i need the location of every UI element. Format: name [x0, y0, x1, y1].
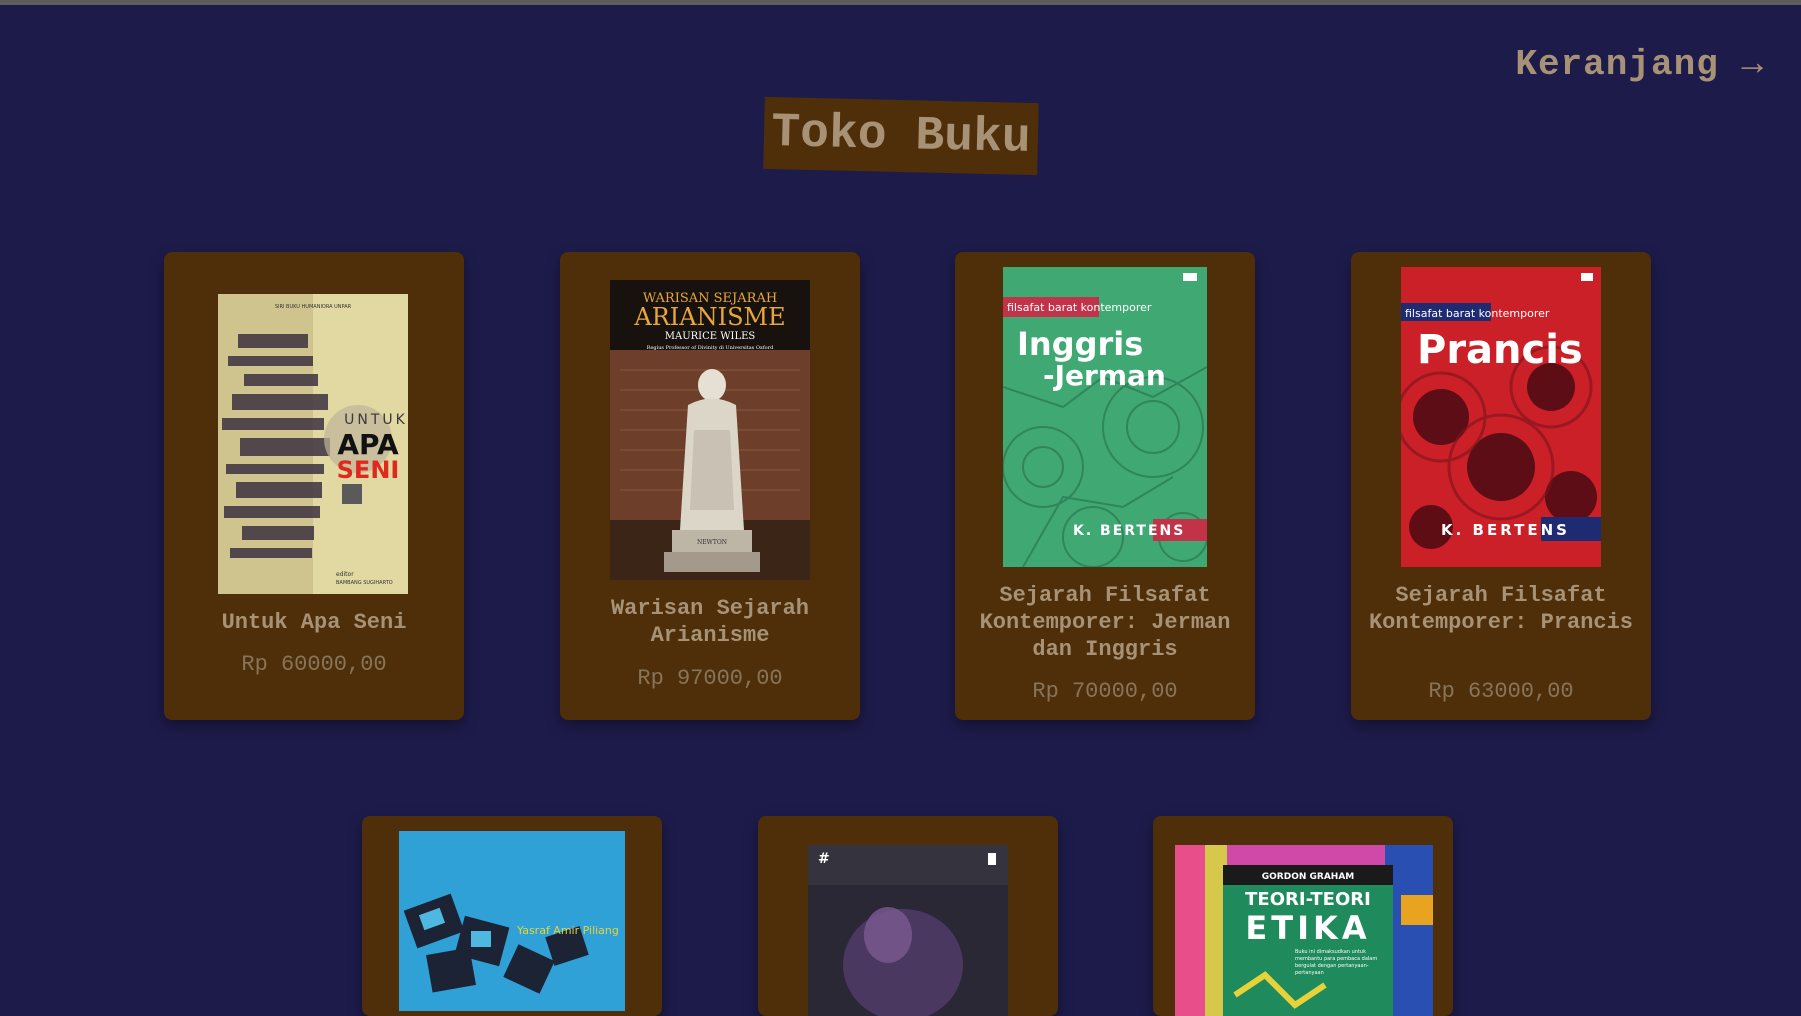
svg-text:-Jerman: -Jerman [1043, 359, 1166, 392]
svg-text:MAURICE WILES: MAURICE WILES [665, 331, 756, 342]
book-title: Untuk Apa Seni [221, 610, 407, 635]
book-cover-image: # [808, 845, 1008, 1016]
svg-text:Prancis: Prancis [1417, 327, 1583, 373]
svg-text:BAMBANG SUGIHARTO: BAMBANG SUGIHARTO [336, 580, 393, 586]
book-card-5[interactable]: Yasraf Amir Piliang [362, 816, 662, 1016]
svg-text:Yasraf Amir Piliang: Yasraf Amir Piliang [516, 924, 619, 937]
store-title-banner: Toko Buku [763, 96, 1039, 176]
book-card-filsafat-jerman-inggris[interactable]: filsafat barat kontemporer Inggris -Jerm… [955, 252, 1255, 720]
svg-text:Regius Professor of Divinity d: Regius Professor of Divinity di Universi… [647, 345, 774, 351]
book-title: Warisan Sejarah Arianisme [610, 596, 810, 648]
page-title: Toko Buku [770, 106, 1032, 166]
book-price: Rp 60000,00 [241, 652, 387, 677]
book-cover-image: WARISAN SEJARAH ARIANISME MAURICE WILES … [610, 280, 810, 580]
book-price: Rp 97000,00 [637, 666, 783, 691]
book-cover-image: UNTUK APA SENI SIRI BUKU HUMANIORA UNPAR… [218, 294, 408, 594]
svg-text:ETIKA: ETIKA [1245, 909, 1370, 947]
svg-text:filsafat barat kontemporer: filsafat barat kontemporer [1007, 301, 1152, 314]
svg-text:NEWTON: NEWTON [697, 539, 727, 546]
svg-text:#: # [818, 851, 830, 867]
book-price: Rp 63000,00 [1428, 679, 1574, 704]
book-card-6[interactable]: # [758, 816, 1058, 1016]
browser-top-edge [0, 0, 1801, 5]
svg-text:ARIANISME: ARIANISME [633, 303, 785, 331]
book-cover-image: filsafat barat kontemporer Inggris -Jerm… [1003, 267, 1207, 567]
book-cover-image: Yasraf Amir Piliang [399, 831, 625, 1011]
svg-text:TEORI-TEORI: TEORI-TEORI [1245, 889, 1371, 910]
svg-text:Inggris: Inggris [1017, 325, 1143, 363]
book-title: Sejarah Filsafat Kontemporer: Jerman dan… [979, 583, 1231, 662]
book-price: Rp 70000,00 [1032, 679, 1178, 704]
svg-text:SIRI BUKU HUMANIORA UNPAR: SIRI BUKU HUMANIORA UNPAR [275, 304, 352, 310]
svg-text:UNTUK: UNTUK [344, 412, 408, 428]
book-card-teori-teori-etika[interactable]: GORDON GRAHAM TEORI-TEORI ETIKA Buku ini… [1153, 816, 1453, 1016]
book-card-filsafat-prancis[interactable]: filsafat barat kontemporer Prancis K. BE… [1351, 252, 1651, 720]
svg-text:K. BERTENS: K. BERTENS [1073, 523, 1185, 539]
svg-text:filsafat barat kontemporer: filsafat barat kontemporer [1405, 307, 1550, 320]
svg-text:editor: editor [336, 571, 354, 578]
book-cover-image: filsafat barat kontemporer Prancis K. BE… [1401, 267, 1601, 567]
book-cover-image: GORDON GRAHAM TEORI-TEORI ETIKA Buku ini… [1175, 845, 1433, 1016]
svg-text:K. BERTENS: K. BERTENS [1441, 521, 1570, 539]
book-title: Sejarah Filsafat Kontemporer: Prancis [1368, 583, 1634, 635]
svg-text:GORDON GRAHAM: GORDON GRAHAM [1262, 872, 1355, 882]
svg-text:SENI: SENI [337, 456, 400, 484]
book-card-warisan-sejarah-arianisme[interactable]: WARISAN SEJARAH ARIANISME MAURICE WILES … [560, 252, 860, 720]
book-card-untuk-apa-seni[interactable]: UNTUK APA SENI SIRI BUKU HUMANIORA UNPAR… [164, 252, 464, 720]
cart-link[interactable]: Keranjang → [1515, 44, 1764, 85]
